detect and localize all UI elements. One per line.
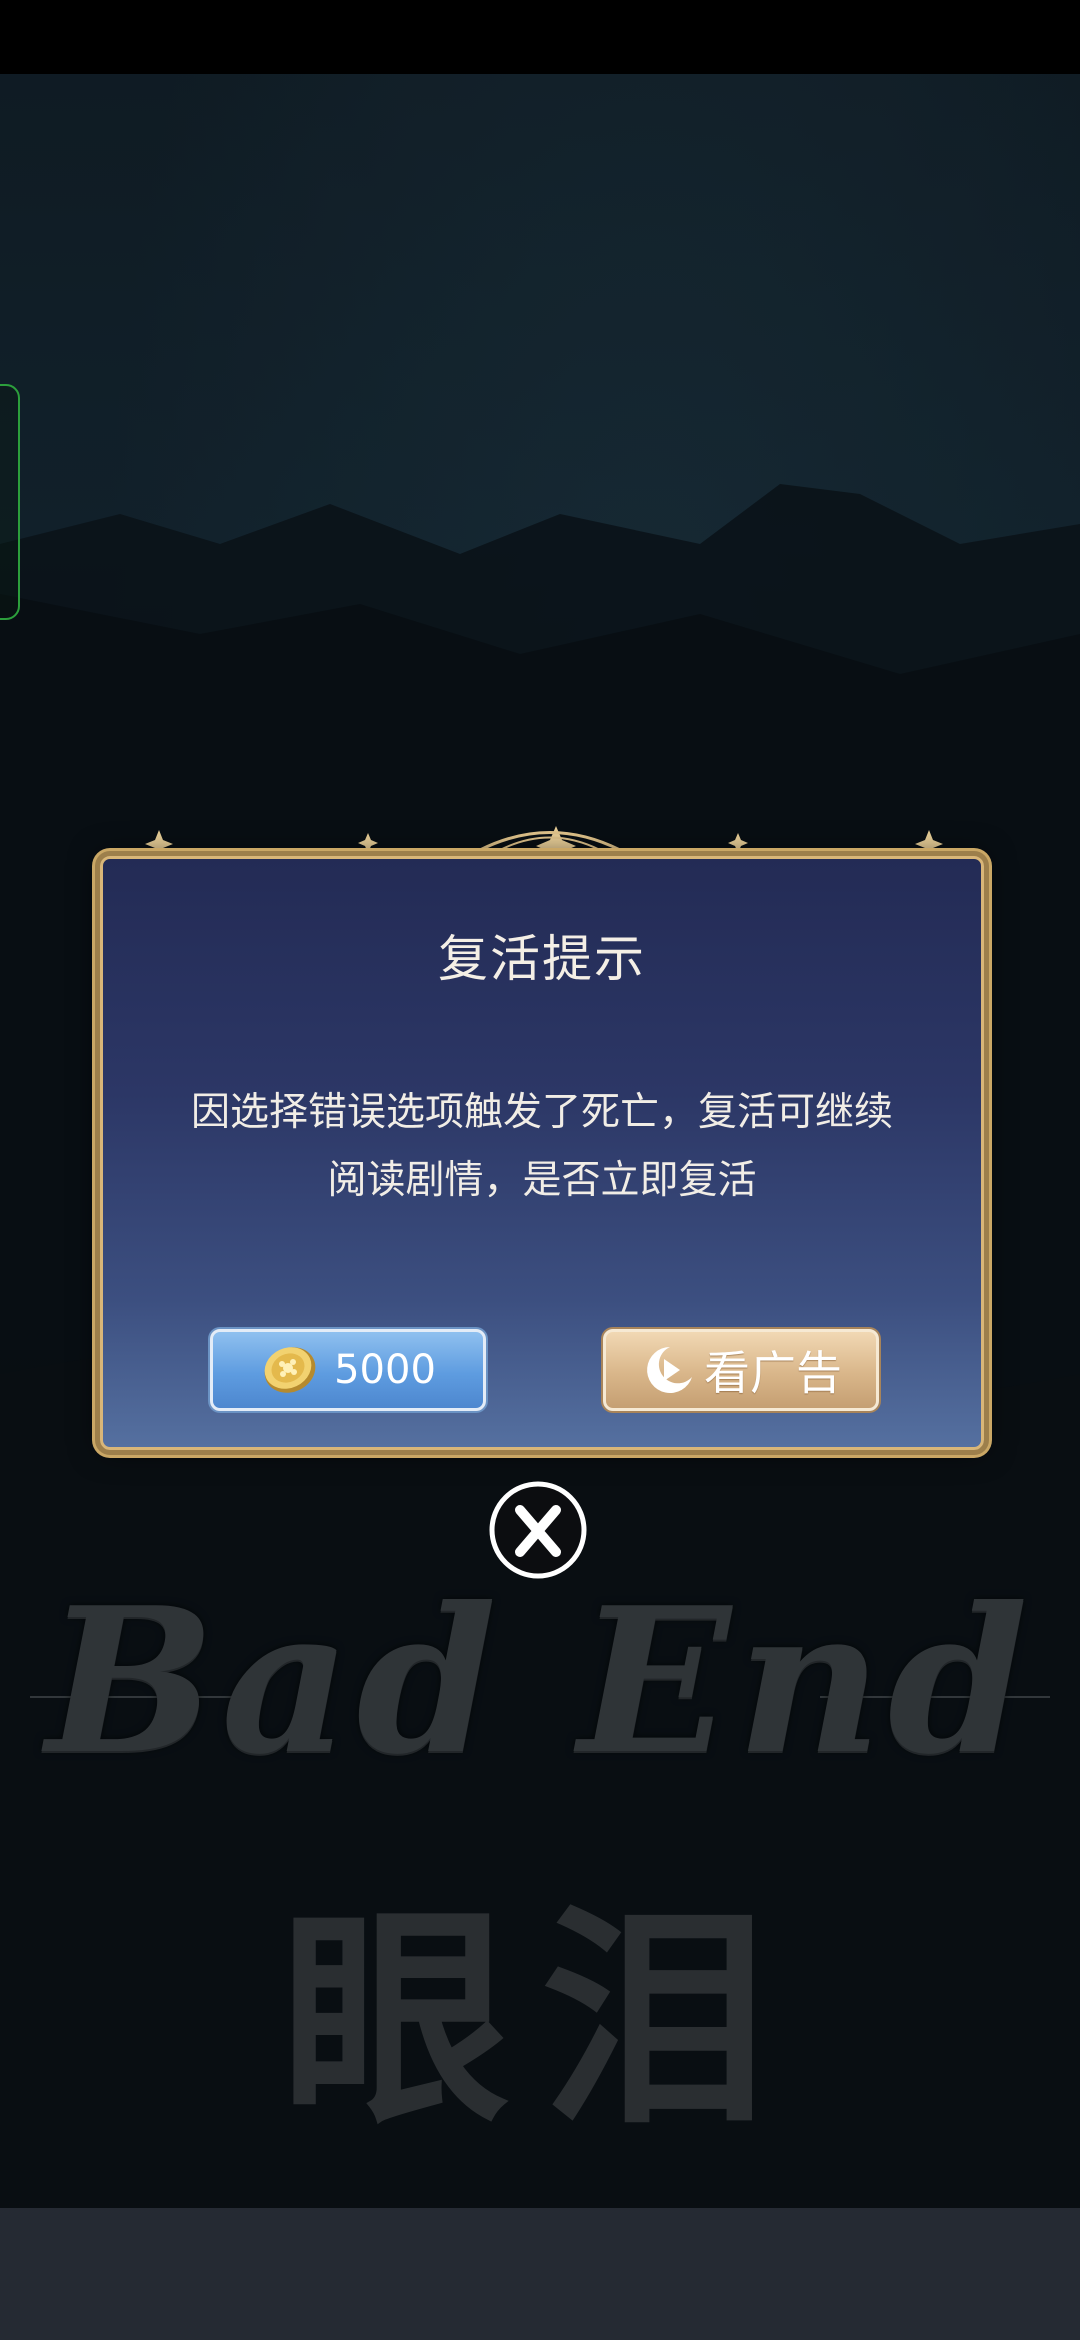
dialog-title: 复活提示 [438,930,646,988]
revive-dialog: 复活提示 因选择错误选项触发了死亡，复活可继续阅读剧情，是否立即复活 5000 … [100,856,984,1450]
coin-icon [264,1347,316,1393]
dialog-message: 因选择错误选项触发了死亡，复活可继续阅读剧情，是否立即复活 [190,1090,893,1203]
watch-ad-button[interactable]: 看广告 [603,1329,879,1411]
close-button[interactable] [488,1480,588,1580]
coin-amount: 5000 [334,1347,436,1393]
close-icon [489,1481,587,1579]
watch-ad-label: 看广告 [704,1346,842,1400]
play-ad-icon [647,1347,692,1393]
status-bar [0,0,1080,74]
navigation-bar [0,2208,1080,2340]
revive-with-coins-button[interactable]: 5000 [210,1329,486,1411]
